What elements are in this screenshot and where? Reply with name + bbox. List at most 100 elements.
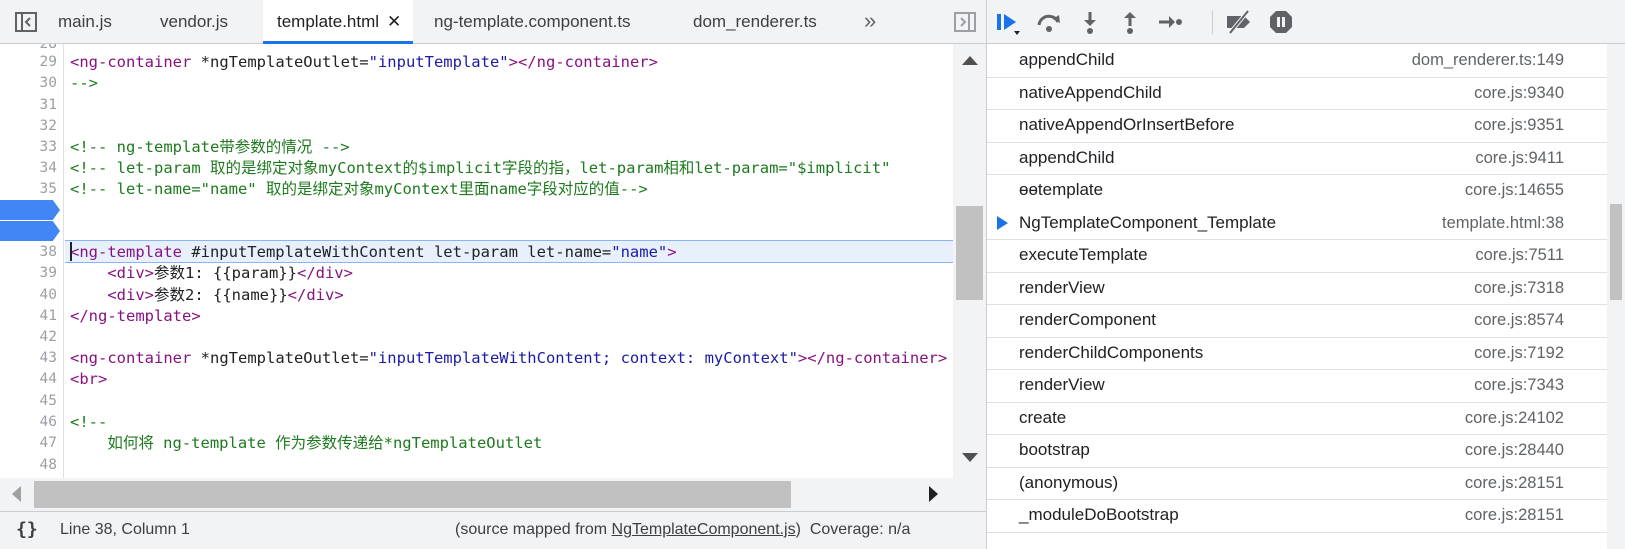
- frame-function-name: executeTemplate: [1019, 245, 1148, 264]
- line-number: 45: [39, 393, 57, 409]
- resume-icon[interactable]: [993, 8, 1023, 36]
- editor-horizontal-scrollbar[interactable]: [0, 478, 953, 511]
- frame-function-name: renderView: [1019, 277, 1105, 297]
- step-into-icon[interactable]: [1075, 8, 1105, 36]
- frame-function-name: renderComponent: [1019, 310, 1157, 329]
- call-frame[interactable]: renderChildComponents core.js:7192: [987, 337, 1607, 371]
- code-token: </div>: [287, 286, 344, 304]
- sidebar-toggle-icon[interactable]: [953, 11, 977, 33]
- tab-dom-renderer-ts[interactable]: dom_renderer.ts: [693, 0, 817, 44]
- call-frame[interactable]: create core.js:24102: [987, 402, 1607, 436]
- frame-function-name: renderChildComponents: [1019, 342, 1204, 362]
- line-number: 32: [39, 118, 57, 134]
- editor-tab-bar: main.js vendor.js template.html ✕ ng-temp…: [0, 0, 986, 44]
- scrollbar-thumb[interactable]: [956, 206, 983, 300]
- line-number: 35: [39, 181, 57, 197]
- frame-function-name: nativeAppendChild: [1019, 82, 1162, 102]
- code-line-39: <div>参数1: {{param}}</div>: [70, 262, 353, 284]
- code-token: <div>: [107, 286, 154, 304]
- sidebar-toggle-icon[interactable]: [14, 11, 38, 33]
- scrollbar-thumb[interactable]: [1610, 204, 1622, 300]
- frame-location: core.js:14655: [1464, 181, 1564, 199]
- source-map-info: (source mapped from NgTemplateComponent.…: [455, 521, 910, 539]
- call-stack-scrollbar[interactable]: [1607, 44, 1625, 549]
- code-token: "name": [611, 243, 668, 261]
- line-number: 30: [39, 75, 57, 91]
- tab-label: template.html: [277, 12, 380, 31]
- line-number: 44: [39, 371, 57, 387]
- frame-location: template.html:38: [1442, 213, 1564, 232]
- scroll-up-icon[interactable]: [962, 56, 978, 65]
- call-frame[interactable]: appendChild core.js:9411: [987, 142, 1607, 176]
- call-frame[interactable]: renderView core.js:7318: [987, 272, 1607, 306]
- line-number: 34: [39, 160, 57, 176]
- line-number: 41: [39, 308, 57, 324]
- code-token: <ng-template: [70, 243, 182, 261]
- breakpoint-marker[interactable]: [0, 200, 60, 220]
- more-tabs-icon[interactable]: »: [864, 8, 876, 34]
- code-line-30: -->: [70, 74, 98, 92]
- frame-location: core.js:9340: [1474, 83, 1564, 102]
- call-frame[interactable]: executeTemplate core.js:7511: [987, 239, 1607, 273]
- line-number: 48: [39, 457, 57, 473]
- close-icon[interactable]: ✕: [387, 12, 401, 31]
- step-icon[interactable]: [1155, 8, 1185, 36]
- deactivate-breakpoints-icon[interactable]: [1224, 8, 1254, 36]
- call-stack-list: appendChild dom_renderer.ts:149 nativeApp…: [987, 44, 1607, 549]
- call-frame[interactable]: nativeAppendChild core.js:9340: [987, 77, 1607, 111]
- tab-label: ng-template.component.ts: [434, 12, 631, 31]
- call-frame[interactable]: appendChild dom_renderer.ts:149: [987, 44, 1607, 78]
- frame-location: core.js:9351: [1474, 116, 1564, 134]
- tab-template-html[interactable]: template.html ✕: [263, 0, 414, 44]
- step-out-icon[interactable]: [1115, 8, 1145, 36]
- scroll-right-icon[interactable]: [929, 486, 938, 502]
- debugger-pane: appendChild dom_renderer.ts:149 nativeApp…: [987, 0, 1625, 549]
- tab-vendor-js[interactable]: vendor.js: [160, 0, 228, 44]
- code-editor[interactable]: 28 29 30 31 32 33 34 35 38 39 40 41 42 4…: [0, 44, 953, 478]
- tab-ng-template-component-ts[interactable]: ng-template.component.ts: [434, 0, 631, 44]
- scroll-down-icon[interactable]: [962, 453, 978, 462]
- scroll-left-icon[interactable]: [12, 486, 21, 502]
- line-number: 40: [39, 287, 57, 303]
- frame-location: core.js:28440: [1464, 441, 1564, 459]
- scrollbar-thumb[interactable]: [34, 481, 791, 508]
- code-token: ></ng-container>: [797, 349, 948, 367]
- cursor-position: Line 38, Column 1: [60, 521, 190, 538]
- line-number: 46: [39, 414, 57, 430]
- editor-vertical-scrollbar[interactable]: [953, 44, 986, 478]
- call-frame-current[interactable]: NgTemplateComponent_Template template.htm…: [987, 206, 1607, 241]
- call-frame[interactable]: renderView core.js:7343: [987, 369, 1607, 403]
- call-frame[interactable]: renderComponent core.js:8574: [987, 304, 1607, 338]
- line-number: 29: [39, 54, 57, 70]
- scrollbar-corner: [953, 478, 986, 511]
- pause-on-exceptions-icon[interactable]: [1266, 8, 1296, 36]
- code-line-34: <!-- let-param 取的是绑定对象myContext的$implici…: [70, 159, 891, 177]
- code-line-33: <!-- ng-template带参数的情况 -->: [70, 138, 350, 156]
- call-frame[interactable]: (anonymous) core.js:28151: [987, 467, 1607, 501]
- pretty-print-button[interactable]: {}: [16, 519, 38, 540]
- call-frame[interactable]: nativeAppendOrInsertBefore core.js:9351: [987, 109, 1607, 143]
- call-frame[interactable]: _moduleDoBootstrap core.js:28151: [987, 499, 1607, 533]
- code-line-35: <!-- let-name="name" 取的是绑定对象myContext里面n…: [70, 180, 648, 198]
- code-token: ></ng-container>: [508, 53, 658, 71]
- call-frame[interactable]: bootstrap core.js:28440: [987, 434, 1607, 468]
- frame-function-name: renderView: [1019, 375, 1105, 394]
- call-frame[interactable]: ɵɵtemplate core.js:14655: [987, 174, 1607, 208]
- breakpoint-marker[interactable]: [0, 221, 60, 241]
- code-line-41: </ng-template>: [70, 307, 201, 325]
- line-number: 47: [39, 435, 57, 451]
- coverage-status: Coverage: n/a: [809, 521, 911, 538]
- frame-location: core.js:7343: [1474, 376, 1564, 394]
- debugger-toolbar: [987, 0, 1625, 44]
- code-token: "inputTemplateWithContent; context: myCo…: [368, 349, 798, 367]
- code-token: 参数1: {{param}}: [154, 264, 297, 282]
- line-number-gutter[interactable]: 28 29 30 31 32 33 34 35 38 39 40 41 42 4…: [0, 44, 64, 478]
- frame-location: core.js:7192: [1474, 343, 1564, 362]
- source-map-link[interactable]: NgTemplateComponent.js: [612, 521, 796, 538]
- source-map-suffix: ): [795, 521, 801, 538]
- frame-function-name: bootstrap: [1019, 440, 1090, 459]
- code-line-44: <br>: [70, 370, 108, 388]
- current-frame-arrow-icon: [997, 215, 1008, 230]
- tab-main-js[interactable]: main.js: [58, 0, 112, 44]
- step-over-icon[interactable]: [1034, 8, 1064, 36]
